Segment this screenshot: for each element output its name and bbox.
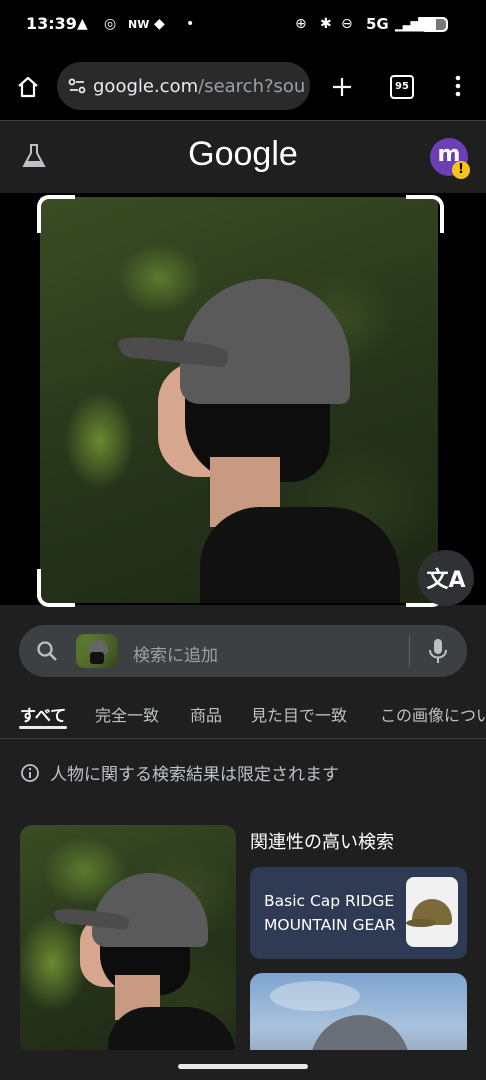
result-image[interactable] [20,825,236,1055]
tab-exact-match[interactable]: 完全一致 [95,702,159,726]
news-icon: NW [128,18,150,31]
related-searches-title: 関連性の高い検索 [250,832,394,853]
google-logo[interactable]: Google [0,135,486,174]
related-search-thumbnail [406,877,458,947]
tab-all[interactable]: すべて [20,702,66,726]
query-image-area[interactable] [0,193,486,607]
related-search-line1: Basic Cap RIDGE [264,892,395,910]
photo-cap [180,279,350,404]
mic-icon[interactable] [428,638,448,664]
site-settings-icon[interactable] [67,76,87,96]
address-bar[interactable]: google.com/search?sou [57,62,310,110]
notice: 人物に関する検索結果は限定されます [20,760,339,785]
battery-icon [420,17,448,32]
search-divider [409,635,410,667]
search-thumbnail[interactable] [76,634,118,668]
query-photo [40,197,438,603]
related-search-card[interactable]: Basic Cap RIDGE MOUNTAIN GEAR [250,867,467,959]
search-icon [37,641,57,661]
url-text[interactable]: google.com/search?sou [93,76,305,97]
search-input[interactable]: 検索に追加 [133,641,218,666]
translate-icon: 文A [426,568,466,593]
crop-corner-tl[interactable] [37,195,75,233]
related-search-line2: MOUNTAIN GEAR [264,916,396,934]
home-icon[interactable] [16,75,40,99]
bluetooth-icon: ✱ [320,16,332,32]
result-tabs: すべて 完全一致 商品 見た目で一致 この画像につい [0,690,486,739]
url-host: google.com [93,75,199,97]
more-icon[interactable] [448,74,468,98]
tab-visual-matches[interactable]: 見た目で一致 [251,702,347,726]
network-type: 5G [366,15,389,33]
tab-products[interactable]: 商品 [190,702,222,726]
translate-button[interactable]: 文A [418,550,474,606]
google-header: Google m ! [0,120,486,194]
tabs-button[interactable]: 95 [390,75,414,99]
crop-corner-bl[interactable] [37,569,75,607]
tab-about-image[interactable]: この画像につい [380,702,486,726]
warning-badge-icon: ! [452,161,470,179]
status-bar: 13:39 ▲ ◎ NW ◆ • ⊕ ✱ ⊖ 5G ▁▃▅▇ [0,0,486,54]
discord-icon: ◆ [154,16,165,32]
info-icon [21,763,39,782]
new-tab-icon[interactable] [331,76,353,98]
active-tab-indicator [19,726,67,729]
warning-icon: ▲ [77,16,88,32]
crop-corner-tr[interactable] [406,195,444,233]
status-time: 13:39 [26,14,77,33]
url-path: /search?sou [198,75,306,97]
related-search-label: Basic Cap RIDGE MOUNTAIN GEAR [264,889,404,937]
data-saver-icon: ⊕ [295,16,307,32]
dnd-icon: ⊖ [341,16,353,32]
notice-text: 人物に関する検索結果は限定されます [50,765,339,785]
dot-icon: • [186,16,195,32]
home-gesture-bar[interactable] [178,1064,308,1069]
search-bar[interactable]: 検索に追加 [19,625,467,677]
photo-shirt [200,507,400,603]
chrome-icon: ◎ [104,16,117,32]
browser-toolbar: google.com/search?sou 95 [0,54,486,120]
